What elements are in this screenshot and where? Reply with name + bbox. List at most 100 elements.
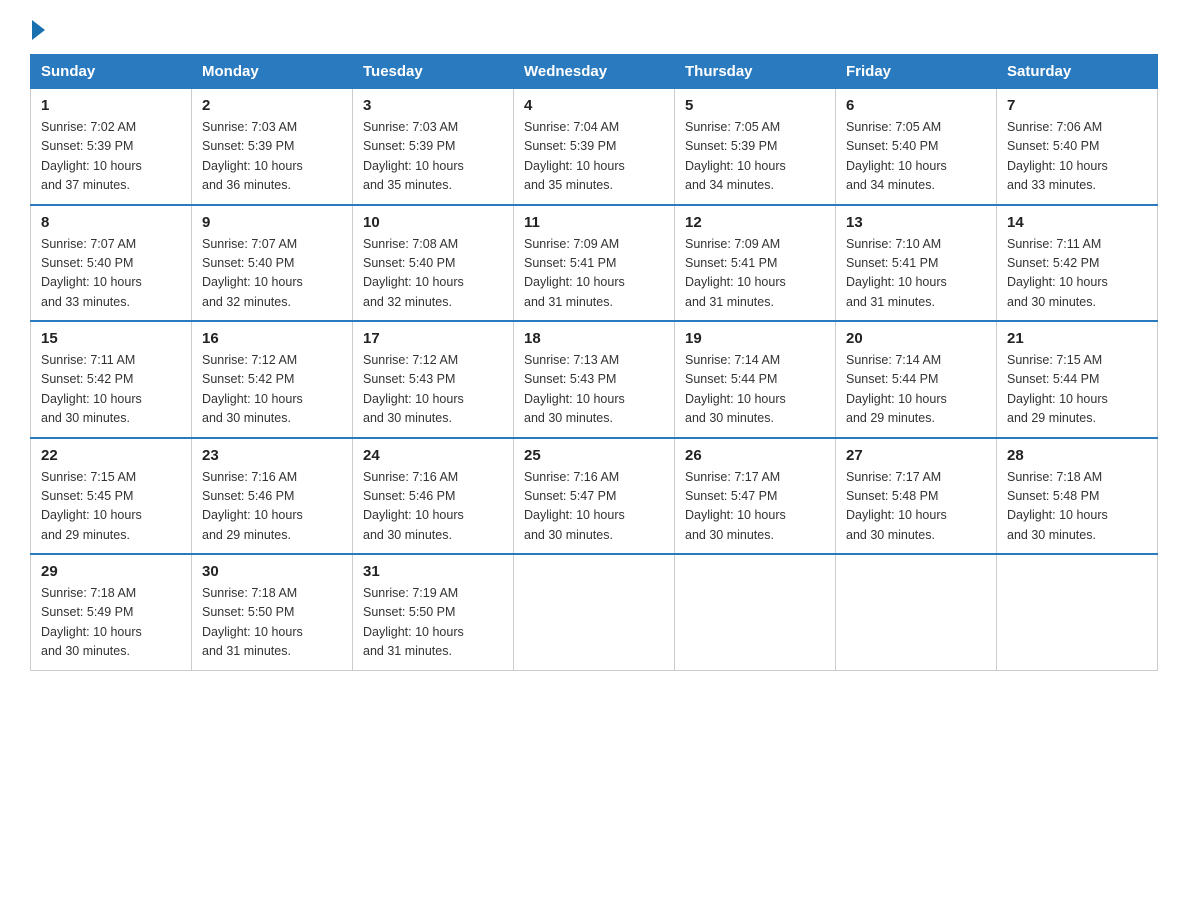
day-number: 15 <box>41 330 181 347</box>
day-number: 21 <box>1007 330 1147 347</box>
calendar-cell: 18 Sunrise: 7:13 AMSunset: 5:43 PMDayligh… <box>514 321 675 438</box>
day-number: 28 <box>1007 447 1147 464</box>
calendar-cell: 10 Sunrise: 7:08 AMSunset: 5:40 PMDayligh… <box>353 205 514 322</box>
day-number: 9 <box>202 214 342 231</box>
calendar-cell: 14 Sunrise: 7:11 AMSunset: 5:42 PMDayligh… <box>997 205 1158 322</box>
calendar-cell: 23Sunrise: 7:16 AMSunset: 5:46 PMDayligh… <box>192 438 353 555</box>
calendar-cell: 22 Sunrise: 7:15 AMSunset: 5:45 PMDayligh… <box>31 438 192 555</box>
day-number: 1 <box>41 97 181 114</box>
calendar-week-3: 15Sunrise: 7:11 AMSunset: 5:42 PMDayligh… <box>31 321 1158 438</box>
day-number: 14 <box>1007 214 1147 231</box>
day-number: 22 <box>41 447 181 464</box>
calendar-cell <box>836 554 997 670</box>
calendar-cell: 27 Sunrise: 7:17 AMSunset: 5:48 PMDayligh… <box>836 438 997 555</box>
day-info: Sunrise: 7:03 AMSunset: 5:39 PMDaylight:… <box>363 118 503 196</box>
calendar-cell: 30 Sunrise: 7:18 AMSunset: 5:50 PMDayligh… <box>192 554 353 670</box>
day-number: 8 <box>41 214 181 231</box>
day-info: Sunrise: 7:17 AMSunset: 5:48 PMDaylight:… <box>846 468 986 546</box>
day-info: Sunrise: 7:09 AMSunset: 5:41 PMDaylight:… <box>524 235 664 313</box>
calendar-cell: 24 Sunrise: 7:16 AMSunset: 5:46 PMDayligh… <box>353 438 514 555</box>
calendar-week-2: 8 Sunrise: 7:07 AMSunset: 5:40 PMDaylight… <box>31 205 1158 322</box>
day-number: 4 <box>524 97 664 114</box>
day-info: Sunrise: 7:13 AMSunset: 5:43 PMDaylight:… <box>524 351 664 429</box>
logo <box>30 20 45 36</box>
calendar-cell: 2Sunrise: 7:03 AMSunset: 5:39 PMDaylight… <box>192 89 353 205</box>
calendar-table: SundayMondayTuesdayWednesdayThursdayFrid… <box>30 54 1158 671</box>
calendar-cell: 26 Sunrise: 7:17 AMSunset: 5:47 PMDayligh… <box>675 438 836 555</box>
calendar-body: 1 Sunrise: 7:02 AMSunset: 5:39 PMDaylight… <box>31 89 1158 671</box>
day-info: Sunrise: 7:18 AMSunset: 5:48 PMDaylight:… <box>1007 468 1147 546</box>
day-number: 23 <box>202 447 342 464</box>
calendar-cell <box>997 554 1158 670</box>
day-info: Sunrise: 7:02 AMSunset: 5:39 PMDaylight:… <box>41 118 181 196</box>
day-number: 29 <box>41 563 181 580</box>
calendar-cell: 1 Sunrise: 7:02 AMSunset: 5:39 PMDaylight… <box>31 89 192 205</box>
calendar-cell <box>675 554 836 670</box>
calendar-cell: 13Sunrise: 7:10 AMSunset: 5:41 PMDayligh… <box>836 205 997 322</box>
header-day-thursday: Thursday <box>675 55 836 89</box>
day-info: Sunrise: 7:05 AMSunset: 5:39 PMDaylight:… <box>685 118 825 196</box>
calendar-week-5: 29 Sunrise: 7:18 AMSunset: 5:49 PMDayligh… <box>31 554 1158 670</box>
day-number: 11 <box>524 214 664 231</box>
day-info: Sunrise: 7:15 AMSunset: 5:45 PMDaylight:… <box>41 468 181 546</box>
calendar-cell: 21 Sunrise: 7:15 AMSunset: 5:44 PMDayligh… <box>997 321 1158 438</box>
day-number: 10 <box>363 214 503 231</box>
day-number: 16 <box>202 330 342 347</box>
calendar-cell: 9 Sunrise: 7:07 AMSunset: 5:40 PMDaylight… <box>192 205 353 322</box>
day-info: Sunrise: 7:18 AMSunset: 5:49 PMDaylight:… <box>41 584 181 662</box>
header-day-saturday: Saturday <box>997 55 1158 89</box>
day-info: Sunrise: 7:17 AMSunset: 5:47 PMDaylight:… <box>685 468 825 546</box>
header-day-tuesday: Tuesday <box>353 55 514 89</box>
day-info: Sunrise: 7:15 AMSunset: 5:44 PMDaylight:… <box>1007 351 1147 429</box>
day-number: 30 <box>202 563 342 580</box>
day-info: Sunrise: 7:16 AMSunset: 5:46 PMDaylight:… <box>363 468 503 546</box>
header-row: SundayMondayTuesdayWednesdayThursdayFrid… <box>31 55 1158 89</box>
calendar-cell: 12Sunrise: 7:09 AMSunset: 5:41 PMDayligh… <box>675 205 836 322</box>
calendar-cell: 16Sunrise: 7:12 AMSunset: 5:42 PMDayligh… <box>192 321 353 438</box>
day-number: 13 <box>846 214 986 231</box>
day-info: Sunrise: 7:09 AMSunset: 5:41 PMDaylight:… <box>685 235 825 313</box>
day-number: 26 <box>685 447 825 464</box>
day-info: Sunrise: 7:16 AMSunset: 5:47 PMDaylight:… <box>524 468 664 546</box>
calendar-cell: 25 Sunrise: 7:16 AMSunset: 5:47 PMDayligh… <box>514 438 675 555</box>
day-number: 17 <box>363 330 503 347</box>
calendar-cell: 17 Sunrise: 7:12 AMSunset: 5:43 PMDayligh… <box>353 321 514 438</box>
calendar-cell: 7 Sunrise: 7:06 AMSunset: 5:40 PMDaylight… <box>997 89 1158 205</box>
header-day-monday: Monday <box>192 55 353 89</box>
day-info: Sunrise: 7:12 AMSunset: 5:43 PMDaylight:… <box>363 351 503 429</box>
day-info: Sunrise: 7:11 AMSunset: 5:42 PMDaylight:… <box>1007 235 1147 313</box>
day-info: Sunrise: 7:06 AMSunset: 5:40 PMDaylight:… <box>1007 118 1147 196</box>
day-info: Sunrise: 7:14 AMSunset: 5:44 PMDaylight:… <box>846 351 986 429</box>
calendar-header: SundayMondayTuesdayWednesdayThursdayFrid… <box>31 55 1158 89</box>
header-day-sunday: Sunday <box>31 55 192 89</box>
calendar-cell: 20 Sunrise: 7:14 AMSunset: 5:44 PMDayligh… <box>836 321 997 438</box>
day-info: Sunrise: 7:08 AMSunset: 5:40 PMDaylight:… <box>363 235 503 313</box>
calendar-cell: 29 Sunrise: 7:18 AMSunset: 5:49 PMDayligh… <box>31 554 192 670</box>
day-number: 3 <box>363 97 503 114</box>
calendar-cell: 6 Sunrise: 7:05 AMSunset: 5:40 PMDaylight… <box>836 89 997 205</box>
day-info: Sunrise: 7:19 AMSunset: 5:50 PMDaylight:… <box>363 584 503 662</box>
day-info: Sunrise: 7:07 AMSunset: 5:40 PMDaylight:… <box>202 235 342 313</box>
calendar-cell: 5 Sunrise: 7:05 AMSunset: 5:39 PMDaylight… <box>675 89 836 205</box>
day-number: 31 <box>363 563 503 580</box>
day-number: 27 <box>846 447 986 464</box>
day-number: 18 <box>524 330 664 347</box>
day-number: 24 <box>363 447 503 464</box>
day-number: 5 <box>685 97 825 114</box>
calendar-cell: 28 Sunrise: 7:18 AMSunset: 5:48 PMDayligh… <box>997 438 1158 555</box>
calendar-week-4: 22 Sunrise: 7:15 AMSunset: 5:45 PMDayligh… <box>31 438 1158 555</box>
day-info: Sunrise: 7:18 AMSunset: 5:50 PMDaylight:… <box>202 584 342 662</box>
day-number: 6 <box>846 97 986 114</box>
calendar-cell: 8Sunrise: 7:07 AMSunset: 5:40 PMDaylight… <box>31 205 192 322</box>
day-number: 19 <box>685 330 825 347</box>
calendar-cell: 31 Sunrise: 7:19 AMSunset: 5:50 PMDayligh… <box>353 554 514 670</box>
day-number: 25 <box>524 447 664 464</box>
day-info: Sunrise: 7:04 AMSunset: 5:39 PMDaylight:… <box>524 118 664 196</box>
day-number: 20 <box>846 330 986 347</box>
calendar-week-1: 1 Sunrise: 7:02 AMSunset: 5:39 PMDaylight… <box>31 89 1158 205</box>
day-number: 7 <box>1007 97 1147 114</box>
calendar-cell: 15Sunrise: 7:11 AMSunset: 5:42 PMDayligh… <box>31 321 192 438</box>
header-day-friday: Friday <box>836 55 997 89</box>
logo-arrow-icon <box>32 20 45 40</box>
day-info: Sunrise: 7:05 AMSunset: 5:40 PMDaylight:… <box>846 118 986 196</box>
